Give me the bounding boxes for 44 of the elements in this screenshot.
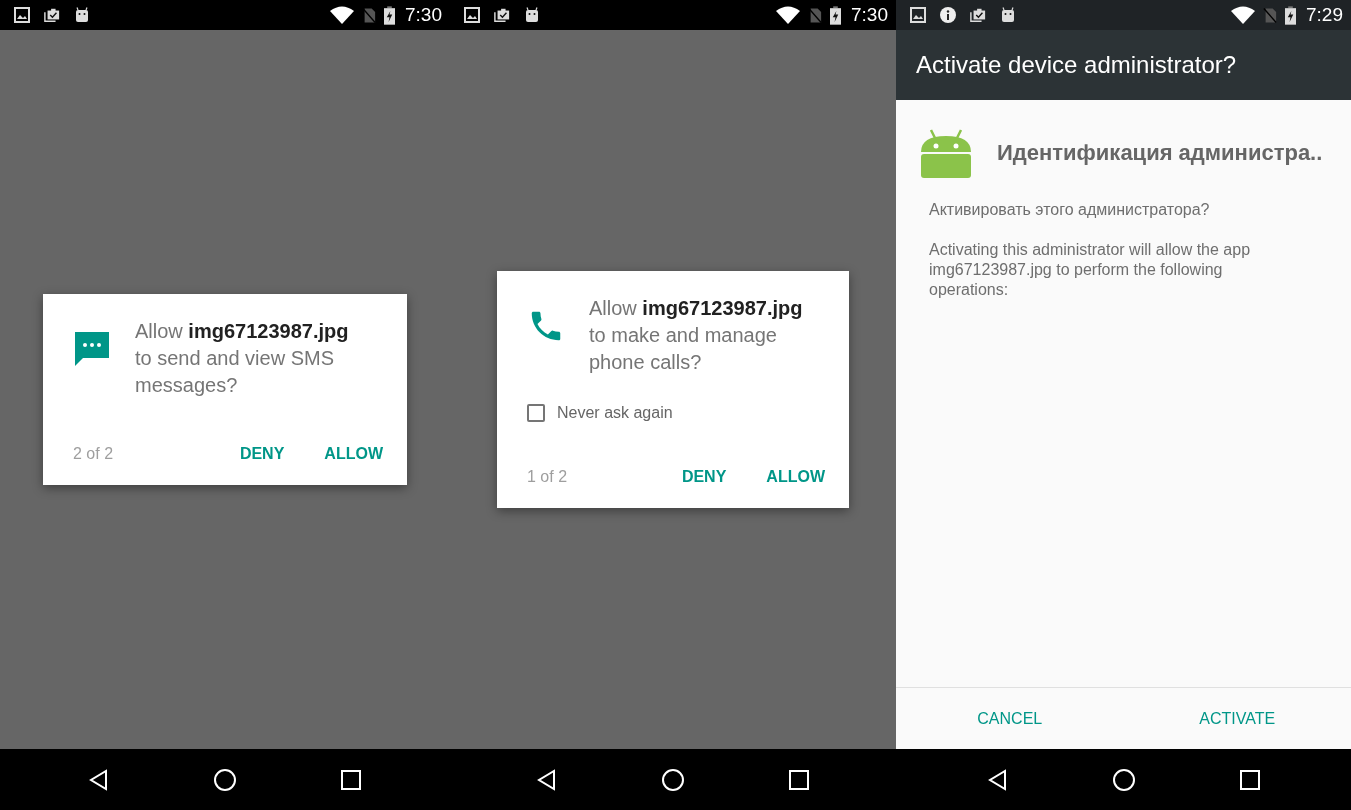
no-sim-icon	[1263, 6, 1277, 24]
permission-message: Allow img67123987.jpg to make and manage phone calls?	[589, 296, 804, 375]
battery-charging-icon	[384, 5, 395, 25]
image-icon	[14, 7, 30, 23]
clipboard-check-icon	[44, 7, 60, 23]
deny-button[interactable]: DENY	[681, 460, 727, 494]
deny-button[interactable]: DENY	[239, 437, 285, 471]
home-icon[interactable]	[1111, 767, 1136, 792]
clock-time: 7:30	[851, 4, 888, 26]
wifi-icon	[1231, 6, 1255, 24]
recents-icon[interactable]	[787, 767, 811, 792]
battery-charging-icon	[1285, 5, 1296, 25]
screen-title: Activate device administrator?	[916, 51, 1237, 79]
recents-icon[interactable]	[1237, 767, 1262, 792]
allow-button[interactable]: ALLOW	[324, 437, 383, 471]
activation-description: Activating this administrator will allow the app img67123987.jpg to perform the following operations:	[929, 240, 1252, 300]
home-icon[interactable]	[661, 767, 685, 792]
allow-button[interactable]: ALLOW	[766, 460, 825, 494]
home-icon[interactable]	[213, 767, 237, 792]
app-name: Идентификация администра..	[997, 140, 1323, 166]
image-icon	[464, 7, 480, 23]
no-sim-icon	[808, 6, 822, 24]
permission-message: Allow img67123987.jpg to send and view SMS messages?	[135, 319, 350, 398]
info-icon	[940, 7, 956, 23]
page-counter: 1 of 2	[527, 468, 569, 486]
clock-time: 7:29	[1306, 4, 1343, 26]
activate-button[interactable]: ACTIVATE	[1123, 688, 1351, 749]
android-head-icon	[524, 7, 540, 23]
clipboard-check-icon	[970, 7, 986, 23]
no-sim-icon	[362, 6, 376, 24]
image-icon	[910, 7, 926, 23]
page-counter: 2 of 2	[73, 445, 115, 463]
cancel-button[interactable]: CANCEL	[896, 688, 1124, 749]
clipboard-check-icon	[494, 7, 510, 23]
battery-charging-icon	[830, 5, 841, 25]
message-icon	[73, 330, 111, 368]
wifi-icon	[776, 6, 800, 24]
activation-question: Активировать этого администратора?	[929, 200, 1211, 220]
clock-time: 7:30	[405, 4, 442, 26]
android-head-icon	[1000, 7, 1016, 23]
android-head-icon	[74, 7, 90, 23]
recents-icon[interactable]	[339, 767, 363, 792]
never-ask-checkbox[interactable]: Never ask again	[527, 404, 825, 422]
wifi-icon	[330, 6, 354, 24]
